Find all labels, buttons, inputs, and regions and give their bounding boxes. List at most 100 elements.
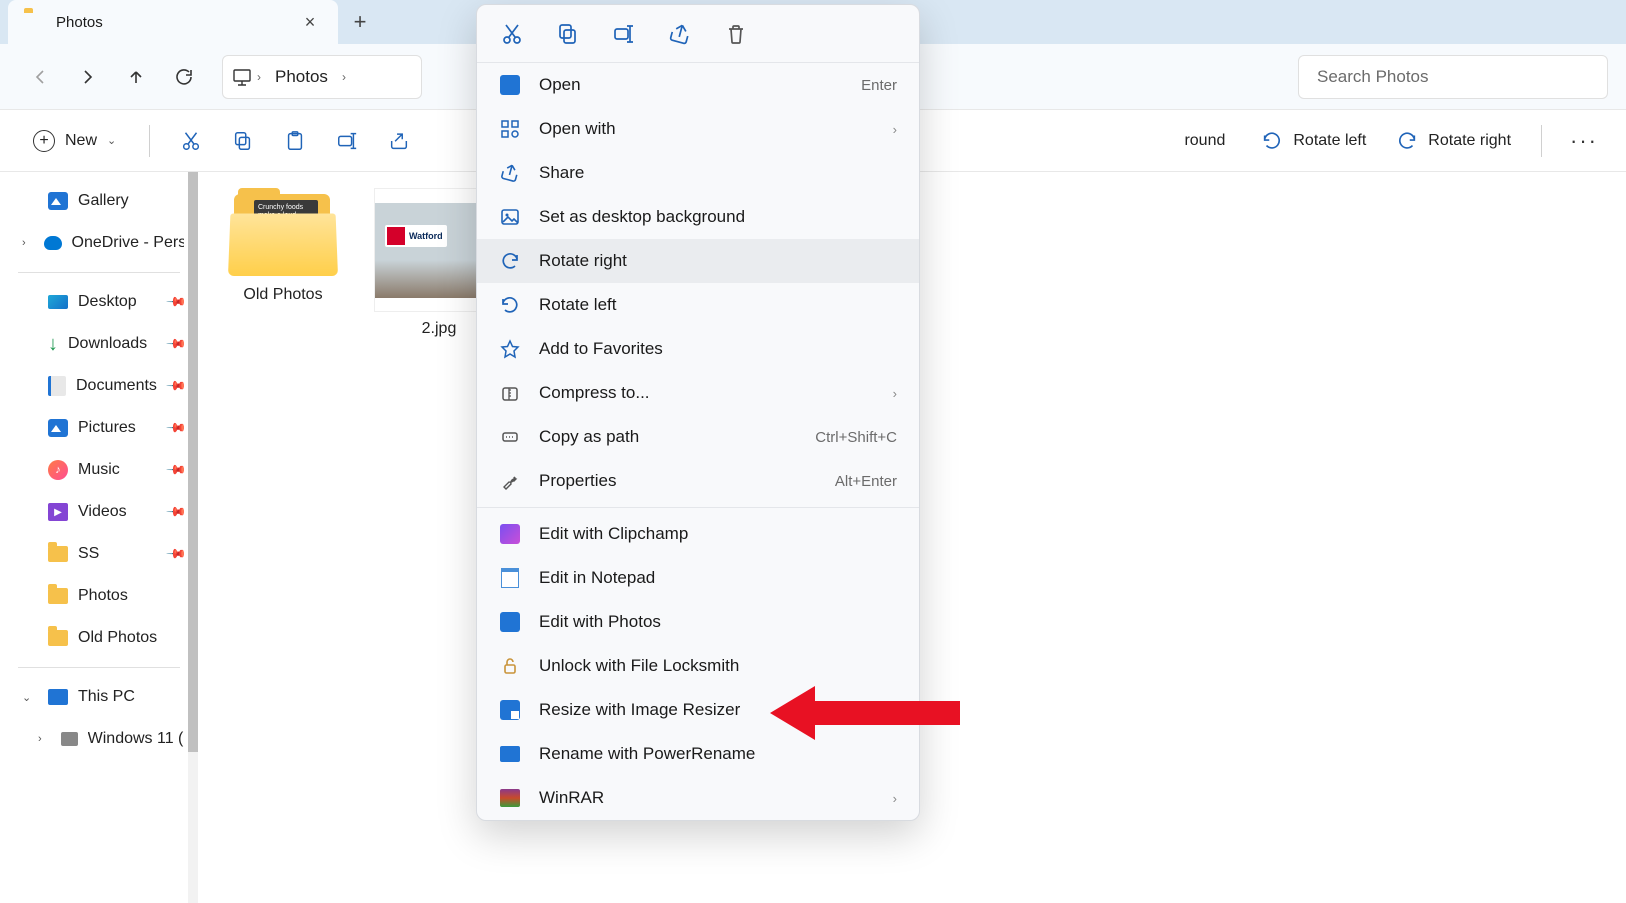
sidebar-item-onedrive[interactable]: ›OneDrive - Personal	[6, 222, 192, 264]
new-button[interactable]: + New ⌄	[18, 123, 131, 159]
unlock-icon	[499, 655, 521, 677]
chevron-right-icon: ›	[893, 386, 897, 401]
item-label: Old Photos	[243, 286, 322, 304]
close-tab-button[interactable]: ×	[296, 8, 324, 36]
background-label-partial[interactable]: round	[1184, 132, 1243, 150]
sidebar-item-ss[interactable]: SS📌	[6, 533, 192, 575]
wrench-icon	[499, 470, 521, 492]
pin-icon: 📌	[165, 291, 188, 314]
notepad-icon	[499, 567, 521, 589]
more-button[interactable]: ···	[1560, 122, 1608, 160]
context-rotate-left[interactable]: Rotate left	[477, 283, 919, 327]
scrollbar[interactable]	[188, 172, 198, 903]
address-bar[interactable]: › Photos ›	[222, 55, 422, 99]
sidebar-item-desktop[interactable]: Desktop📌	[6, 281, 192, 323]
context-clipchamp[interactable]: Edit with Clipchamp	[477, 512, 919, 556]
pictures-icon	[48, 419, 68, 437]
tab-photos[interactable]: Photos ×	[8, 0, 338, 44]
pin-icon: 📌	[165, 375, 188, 398]
clipchamp-icon	[499, 523, 521, 545]
chevron-right-icon[interactable]: ›	[22, 237, 34, 249]
sidebar-item-videos[interactable]: ▶Videos📌	[6, 491, 192, 533]
new-tab-button[interactable]: +	[338, 0, 382, 44]
separator	[18, 272, 180, 273]
navigation-pane: Gallery ›OneDrive - Personal Desktop📌 ↓D…	[0, 172, 198, 903]
chevron-down-icon[interactable]: ⌄	[22, 691, 38, 704]
sidebar-item-photos[interactable]: Photos	[6, 575, 192, 617]
context-notepad[interactable]: Edit in Notepad	[477, 556, 919, 600]
chevron-right-icon[interactable]: ›	[338, 70, 350, 84]
open-with-icon	[499, 118, 521, 140]
folder-item-old-photos[interactable]: Crunchy foods make a loud noise Old Phot…	[218, 188, 348, 304]
refresh-button[interactable]	[162, 55, 206, 99]
back-button[interactable]	[18, 55, 62, 99]
delete-icon[interactable]	[723, 21, 749, 47]
forward-button[interactable]	[66, 55, 110, 99]
resize-icon	[499, 699, 521, 721]
sidebar-item-windows11[interactable]: ›Windows 11 (C:)	[6, 718, 192, 760]
rename-icon[interactable]	[611, 21, 637, 47]
cut-icon[interactable]	[499, 21, 525, 47]
context-share[interactable]: Share	[477, 151, 919, 195]
gallery-icon	[48, 192, 68, 210]
archive-icon	[499, 382, 521, 404]
pin-icon: 📌	[165, 417, 188, 440]
copy-icon[interactable]	[555, 21, 581, 47]
share-icon	[499, 162, 521, 184]
context-copy-path[interactable]: Copy as path Ctrl+Shift+C	[477, 415, 919, 459]
photos-app-icon	[499, 74, 521, 96]
share-icon[interactable]	[667, 21, 693, 47]
cut-button[interactable]	[168, 121, 214, 161]
breadcrumb-photos[interactable]: Photos	[265, 67, 338, 87]
item-label: 2.jpg	[422, 320, 457, 338]
sidebar-item-music[interactable]: ♪Music📌	[6, 449, 192, 491]
copy-button[interactable]	[220, 121, 266, 161]
rename-button[interactable]	[324, 121, 370, 161]
sidebar-item-gallery[interactable]: Gallery	[6, 180, 192, 222]
rotate-left-icon	[499, 294, 521, 316]
sidebar-item-downloads[interactable]: ↓Downloads📌	[6, 323, 192, 365]
sidebar-item-thispc[interactable]: ⌄This PC	[6, 676, 192, 718]
separator	[149, 125, 150, 157]
context-edit-photos[interactable]: Edit with Photos	[477, 600, 919, 644]
sidebar-item-oldphotos[interactable]: Old Photos	[6, 617, 192, 659]
winrar-icon	[499, 787, 521, 809]
context-compress[interactable]: Compress to... ›	[477, 371, 919, 415]
chevron-right-icon: ›	[893, 791, 897, 806]
folder-icon	[48, 588, 68, 604]
pin-icon: 📌	[165, 501, 188, 524]
sidebar-item-documents[interactable]: Documents📌	[6, 365, 192, 407]
rotate-right-button[interactable]: Rotate right	[1384, 124, 1523, 158]
paste-button[interactable]	[272, 121, 318, 161]
search-input[interactable]: Search Photos	[1298, 55, 1608, 99]
chevron-right-icon[interactable]: ›	[253, 70, 265, 84]
music-icon: ♪	[48, 460, 68, 480]
context-add-favorites[interactable]: Add to Favorites	[477, 327, 919, 371]
pin-icon: 📌	[165, 333, 188, 356]
sidebar-item-pictures[interactable]: Pictures📌	[6, 407, 192, 449]
photos-app-icon	[499, 611, 521, 633]
context-properties[interactable]: Properties Alt+Enter	[477, 459, 919, 503]
scrollbar-handle[interactable]	[188, 172, 198, 752]
rotate-left-button[interactable]: Rotate left	[1249, 124, 1378, 158]
context-open-with[interactable]: Open with ›	[477, 107, 919, 151]
pc-icon	[231, 66, 253, 88]
context-set-background[interactable]: Set as desktop background	[477, 195, 919, 239]
separator	[477, 507, 919, 508]
download-icon: ↓	[48, 333, 58, 356]
onedrive-icon	[44, 236, 61, 250]
context-open[interactable]: Open Enter	[477, 63, 919, 107]
annotation-arrow	[770, 678, 970, 748]
context-quick-actions	[477, 5, 919, 63]
pin-icon: 📌	[165, 459, 188, 482]
star-icon	[499, 338, 521, 360]
chevron-right-icon[interactable]: ›	[38, 733, 51, 745]
share-button[interactable]	[376, 121, 422, 161]
context-rotate-right[interactable]: Rotate right	[477, 239, 919, 283]
tab-title: Photos	[56, 14, 296, 31]
powerrename-icon	[499, 743, 521, 765]
up-button[interactable]	[114, 55, 158, 99]
documents-icon	[48, 376, 66, 396]
desktop-icon	[48, 295, 68, 309]
context-winrar[interactable]: WinRAR ›	[477, 776, 919, 820]
